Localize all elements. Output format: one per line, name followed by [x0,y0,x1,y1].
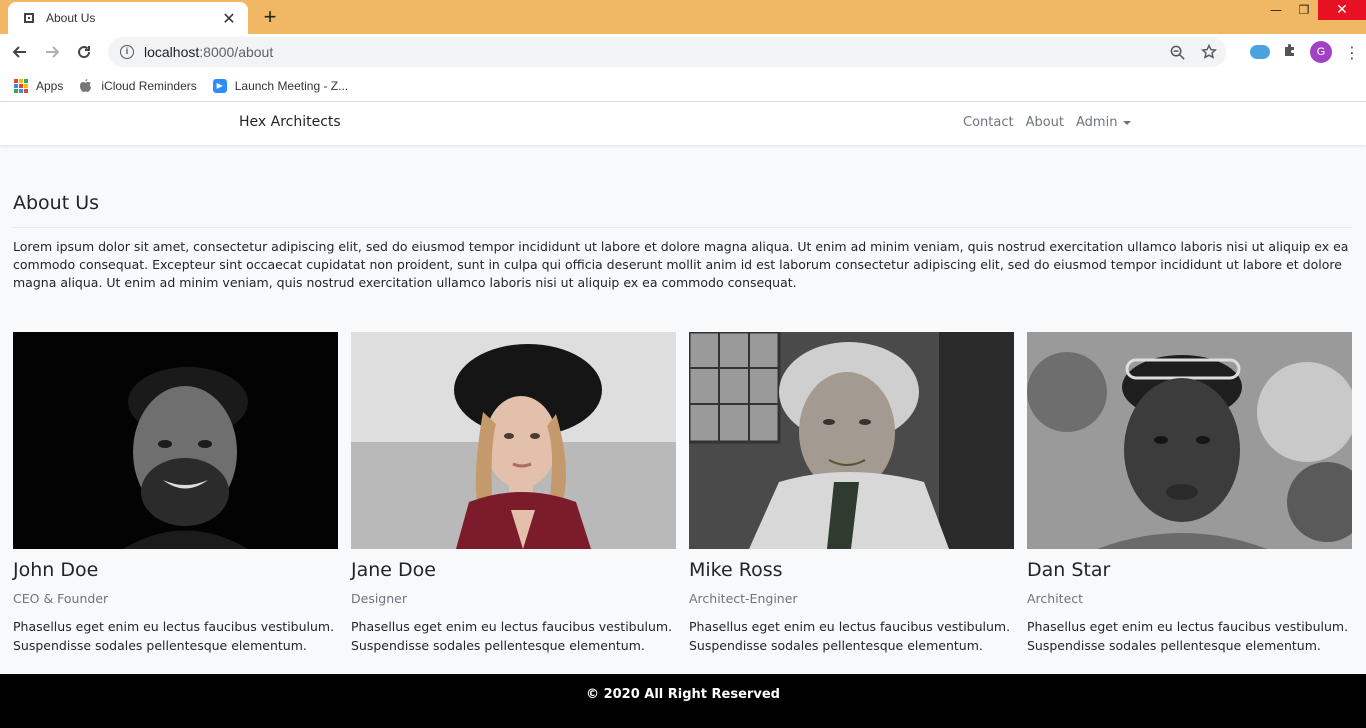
browser-tabstrip: About Us ✕ + — ❐ ✕ [0,0,1366,34]
team-card: John Doe CEO & Founder Phasellus eget en… [13,332,338,655]
nav-link-contact[interactable]: Contact [963,115,1014,130]
bookmarks-bar: Apps iCloud Reminders ▶ Launch Meeting -… [0,70,1366,102]
address-bar[interactable]: i localhost:8000/about [108,37,1226,67]
bookmark-label: Launch Meeting - Z... [234,78,349,93]
team-photo-dan [1027,332,1352,549]
new-tab-button[interactable]: + [258,5,282,29]
team-role: Designer [351,591,407,606]
reload-icon [78,46,91,59]
back-button[interactable] [8,40,32,64]
team-card: Mike Ross Architect-Enginer Phasellus eg… [689,332,1014,655]
window-close-button[interactable]: ✕ [1318,0,1366,20]
caret-down-icon [1123,120,1132,125]
browser-tab[interactable]: About Us ✕ [8,2,248,34]
nav-dropdown-label: Admin [1076,115,1118,130]
site-info-icon[interactable]: i [120,45,134,59]
forward-button[interactable] [40,40,64,64]
team-card: Dan Star Architect Phasellus eget enim e… [1027,332,1352,655]
team-photo-jane [351,332,676,549]
window-minimize-button[interactable]: — [1262,0,1290,20]
url-host: localhost [144,44,200,60]
site-favicon-icon [22,11,36,25]
cloud-extension-icon[interactable] [1250,45,1270,59]
tab-close-icon[interactable]: ✕ [220,9,238,28]
team-name: John Doe [13,559,99,581]
team-name: Jane Doe [351,559,436,581]
nav-dropdown-admin[interactable]: Admin [1076,115,1132,130]
team-role: Architect [1027,591,1084,606]
bookmark-icloud-reminders[interactable]: iCloud Reminders [79,78,197,93]
bookmark-launch-meeting[interactable]: ▶ Launch Meeting - Z... [212,78,349,93]
footer-copyright: © 2020 All Right Reserved [586,687,780,702]
extensions-puzzle-icon[interactable] [1282,42,1298,62]
nav-link-about[interactable]: About [1026,115,1064,130]
window-restore-button[interactable]: ❐ [1290,0,1318,20]
zoom-magnifier-icon[interactable] [1168,43,1186,61]
team-photo-john [13,332,338,549]
zoom-icon: ▶ [212,78,227,93]
site-navbar: Hex Architects Contact About Admin [0,102,1366,145]
site-footer: © 2020 All Right Reserved [0,674,1366,728]
browser-menu-icon[interactable]: ⋮ [1344,43,1360,62]
tab-title: About Us [46,11,96,25]
profile-avatar[interactable]: G [1310,41,1332,63]
address-url[interactable]: localhost:8000/about [144,44,273,60]
bookmark-apps[interactable]: Apps [14,78,64,93]
back-arrow-icon [12,46,26,58]
team-grid: John Doe CEO & Founder Phasellus eget en… [13,332,1353,655]
brand-link[interactable]: Hex Architects [239,114,341,130]
bookmark-label: iCloud Reminders [101,78,197,93]
apps-grid-icon [14,78,28,93]
team-name: Mike Ross [689,559,783,581]
main-content: About Us Lorem ipsum dolor sit amet, con… [0,192,1366,655]
url-path: :8000/about [199,44,274,60]
bookmark-label: Apps [36,78,64,93]
nav-links: Contact About Admin [963,115,1132,130]
intro-paragraph: Lorem ipsum dolor sit amet, consectetur … [13,239,1349,290]
team-bio: Phasellus eget enim eu lectus faucibus v… [1027,619,1349,653]
team-photo-mike [689,332,1014,549]
team-bio: Phasellus eget enim eu lectus faucibus v… [689,619,1011,653]
team-role: CEO & Founder [13,591,109,606]
team-card: Jane Doe Designer Phasellus eget enim eu… [351,332,676,655]
forward-arrow-icon [46,46,60,58]
apple-icon [79,78,93,93]
page-title: About Us [13,192,1353,228]
team-role: Architect-Enginer [689,591,798,606]
reload-button[interactable] [72,40,96,64]
team-name: Dan Star [1027,559,1111,581]
bookmark-star-icon[interactable] [1200,43,1218,61]
extensions-area: G ⋮ [1250,34,1366,70]
team-bio: Phasellus eget enim eu lectus faucibus v… [13,619,335,653]
team-bio: Phasellus eget enim eu lectus faucibus v… [351,619,673,653]
browser-toolbar: i localhost:8000/about G ⋮ [0,34,1366,70]
